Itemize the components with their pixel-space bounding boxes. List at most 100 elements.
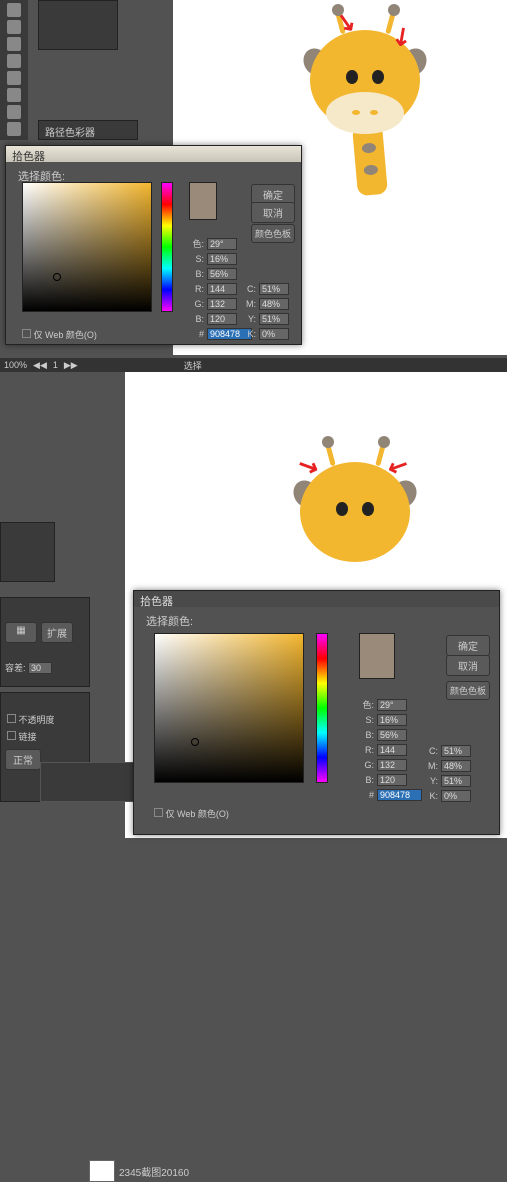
dialog-title: 拾色器	[6, 146, 301, 162]
s-input[interactable]: 16%	[377, 714, 407, 726]
g-input[interactable]: 132	[377, 759, 407, 771]
tool-icon[interactable]	[7, 54, 21, 68]
m-input[interactable]: 48%	[441, 760, 471, 772]
r-label: R:	[356, 745, 374, 755]
y-label: Y:	[238, 314, 256, 324]
c-label: C:	[420, 746, 438, 756]
selection-label: 选择	[184, 359, 202, 372]
select-color-label: 选择颜色:	[146, 613, 193, 629]
s-label: S:	[186, 254, 204, 264]
hex-label: #	[186, 329, 204, 339]
b-label: B:	[186, 269, 204, 279]
m-label: M:	[420, 761, 438, 771]
checkbox-icon[interactable]	[154, 808, 163, 817]
b-input[interactable]: 56%	[377, 729, 407, 741]
saturation-value-field[interactable]	[22, 182, 152, 312]
h-input[interactable]: 29°	[377, 699, 407, 711]
b-input[interactable]: 56%	[207, 268, 237, 280]
k-label: K:	[238, 329, 256, 339]
r-input[interactable]: 144	[377, 744, 407, 756]
r-input[interactable]: 144	[207, 283, 237, 295]
panel-label: 路径色彩器	[45, 128, 95, 139]
s-label: S:	[356, 715, 374, 725]
color-picker-dialog: 拾色器 选择颜色: 确定 取消 颜色色板 色: 29° S: 16% B: 56…	[133, 590, 500, 835]
color-swatch-new[interactable]	[359, 633, 395, 679]
cancel-button[interactable]: 取消	[446, 655, 490, 676]
c-label: C:	[238, 284, 256, 294]
h-label: 色:	[186, 237, 204, 250]
hex-input[interactable]: 908478	[377, 789, 422, 801]
s-input[interactable]: 16%	[207, 253, 237, 265]
h-input[interactable]: 29°	[207, 238, 237, 250]
bl-input[interactable]: 120	[377, 774, 407, 786]
cmyk-fields: C: 51% M: 48% Y: 51% K: 0%	[238, 281, 289, 341]
cmyk-fields: C: 51% M: 48% Y: 51% K: 0%	[420, 743, 471, 803]
c-input[interactable]: 51%	[441, 745, 471, 757]
panel-path: 路径色彩器	[38, 120, 138, 140]
cancel-button[interactable]: 取消	[251, 202, 295, 223]
web-colors-checkbox[interactable]: 仅 Web 颜色(O)	[154, 807, 229, 820]
layer-thumbnail[interactable]	[89, 1160, 115, 1182]
g-label: G:	[186, 299, 204, 309]
k-label: K:	[420, 791, 438, 801]
web-colors-label: 仅 Web 颜色(O)	[34, 330, 97, 340]
tolerance-label: 容差:	[5, 663, 26, 673]
opt-button[interactable]: ▦	[5, 622, 37, 643]
opacity-label: 不透明度	[19, 715, 55, 725]
color-library-button[interactable]: 颜色色板	[251, 224, 295, 243]
g-input[interactable]: 132	[207, 298, 237, 310]
y-label: Y:	[420, 776, 438, 786]
ok-button[interactable]: 确定	[446, 635, 490, 656]
hex-label: #	[356, 790, 374, 800]
color-library-button[interactable]: 颜色色板	[446, 681, 490, 700]
status-bar: 100% ◀◀ 1 ▶▶ 选择	[0, 358, 507, 372]
m-input[interactable]: 48%	[259, 298, 289, 310]
tool-icon[interactable]	[7, 105, 21, 119]
y-input[interactable]: 51%	[259, 313, 289, 325]
k-input[interactable]: 0%	[259, 328, 289, 340]
r-label: R:	[186, 284, 204, 294]
hsb-rgb-fields: 色: 29° S: 16% B: 56% R: 144 G: 132 B: 12…	[356, 697, 422, 802]
tool-icon[interactable]	[7, 3, 21, 17]
screenshot-top: 路径色彩器 ↘ ↘ 拾色器 选择颜色: 确定 取消 颜色色板 色: 29° S:…	[0, 0, 507, 372]
normal-button[interactable]: 正常	[5, 749, 41, 770]
web-colors-label: 仅 Web 颜色(O)	[166, 809, 229, 819]
bl-input[interactable]: 120	[207, 313, 237, 325]
nav-next-icon[interactable]: ▶▶	[64, 360, 78, 371]
tool-icon[interactable]	[7, 20, 21, 34]
dialog-title: 拾色器	[134, 591, 499, 607]
tool-icon[interactable]	[7, 37, 21, 51]
checkbox-icon[interactable]	[7, 731, 16, 740]
bl-label: B:	[186, 314, 204, 324]
expand-button[interactable]: 扩展	[41, 622, 73, 643]
panel-small	[0, 522, 55, 582]
saturation-value-field[interactable]	[154, 633, 304, 783]
tolerance-input[interactable]: 30	[28, 662, 52, 674]
layer-name[interactable]: 2345截图20160	[119, 1164, 189, 1179]
sv-cursor[interactable]	[53, 273, 61, 281]
color-swatch-new[interactable]	[189, 182, 217, 220]
nav-prev-icon[interactable]: ◀◀	[33, 360, 47, 371]
c-input[interactable]: 51%	[259, 283, 289, 295]
bl-label: B:	[356, 775, 374, 785]
hue-strip[interactable]	[316, 633, 328, 783]
zoom-value[interactable]: 100%	[4, 360, 27, 370]
g-label: G:	[356, 760, 374, 770]
panel-dark	[38, 0, 118, 50]
page-num[interactable]: 1	[53, 360, 58, 370]
k-input[interactable]: 0%	[441, 790, 471, 802]
tool-icon[interactable]	[7, 122, 21, 136]
link-label: 链接	[19, 732, 37, 742]
tool-icon[interactable]	[7, 88, 21, 102]
b-label: B:	[356, 730, 374, 740]
checkbox-icon[interactable]	[7, 714, 16, 723]
y-input[interactable]: 51%	[441, 775, 471, 787]
m-label: M:	[238, 299, 256, 309]
hue-strip[interactable]	[161, 182, 173, 312]
web-colors-checkbox[interactable]: 仅 Web 颜色(O)	[22, 328, 97, 341]
h-label: 色:	[356, 698, 374, 711]
sv-cursor[interactable]	[191, 738, 199, 746]
checkbox-icon[interactable]	[22, 329, 31, 338]
tool-icon[interactable]	[7, 71, 21, 85]
toolbar	[0, 0, 28, 140]
